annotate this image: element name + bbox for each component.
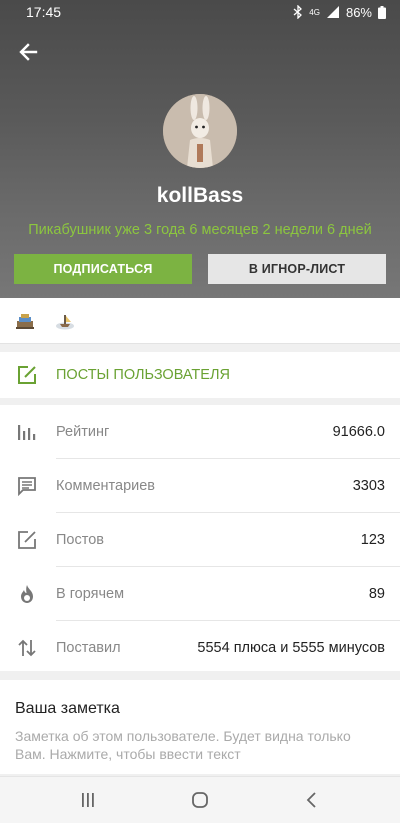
stat-value: 123 — [360, 531, 385, 548]
chevron-left-icon — [306, 792, 316, 808]
user-posts-link[interactable]: ПОСТЫ ПОЛЬЗОВАТЕЛЯ — [0, 352, 400, 398]
badges-row — [0, 298, 400, 344]
stat-label: Поставил — [56, 639, 121, 656]
ship-badge-icon — [56, 314, 74, 329]
back-button[interactable] — [14, 38, 42, 66]
stat-row-votes: Поставил 5554 плюса и 5555 минусов — [0, 621, 400, 674]
comments-icon — [16, 475, 38, 497]
note-placeholder: Заметка об этом пользователе. Будет видн… — [15, 728, 351, 763]
battery-level: 86% — [345, 4, 372, 20]
home-icon — [192, 792, 208, 808]
battery-icon — [378, 5, 386, 19]
avatar-image — [163, 94, 237, 168]
status-time: 17:45 — [26, 4, 62, 20]
ignore-list-button[interactable]: В ИГНОР-ЛИСТ — [208, 254, 386, 284]
system-nav-bar — [0, 776, 400, 823]
edit-icon — [18, 366, 36, 384]
username: kollBass — [156, 184, 244, 207]
stat-label: Комментариев — [56, 477, 155, 494]
note-title: Ваша заметка — [15, 700, 120, 717]
stat-row-rating: Рейтинг 91666.0 — [0, 405, 400, 458]
status-bar: 17:45 4G 86% — [0, 0, 400, 24]
user-posts-label: ПОСТЫ ПОЛЬЗОВАТЕЛЯ — [56, 367, 230, 383]
trophy-badge-icon — [16, 313, 34, 329]
tenure-text: Пикабушник уже 3 года 6 месяцев 2 недели… — [28, 222, 372, 238]
stat-row-comments: Комментариев 3303 — [0, 459, 400, 512]
stats-list: Рейтинг 91666.0 Комментариев 3303 Постов… — [0, 405, 400, 671]
rating-icon — [16, 421, 38, 443]
signal-icon — [326, 6, 339, 18]
stat-label: В горячем — [56, 585, 125, 602]
status-icons: 4G 86% — [293, 5, 386, 20]
stat-value: 3303 — [352, 477, 385, 494]
stat-row-posts: Постов 123 — [0, 513, 400, 566]
stat-value: 5554 плюса и 5555 минусов — [197, 639, 385, 656]
stat-label: Рейтинг — [56, 423, 110, 440]
award-badge-2[interactable] — [54, 310, 76, 332]
stat-row-hot: В горячем 89 — [0, 567, 400, 620]
profile-header: kollBass Пикабушник уже 3 года 6 месяцев… — [0, 0, 400, 298]
subscribe-button[interactable]: ПОДПИСАТЬСЯ — [14, 254, 192, 284]
recent-apps-icon — [82, 793, 94, 807]
hot-icon — [16, 583, 38, 605]
note-section[interactable]: Ваша заметка Заметка об этом пользовател… — [0, 680, 400, 774]
award-badge-1[interactable] — [14, 310, 36, 332]
network-type: 4G — [309, 7, 320, 17]
home-button[interactable] — [188, 789, 212, 811]
stat-label: Постов — [56, 531, 104, 548]
votes-icon — [16, 637, 38, 659]
avatar[interactable] — [163, 94, 237, 168]
stat-value: 89 — [368, 585, 385, 602]
system-back-button[interactable] — [300, 789, 324, 811]
recent-apps-button[interactable] — [76, 789, 100, 811]
posts-icon — [16, 529, 38, 551]
stat-value: 91666.0 — [332, 423, 385, 440]
bluetooth-icon — [293, 5, 303, 19]
back-arrow-icon — [19, 43, 38, 61]
